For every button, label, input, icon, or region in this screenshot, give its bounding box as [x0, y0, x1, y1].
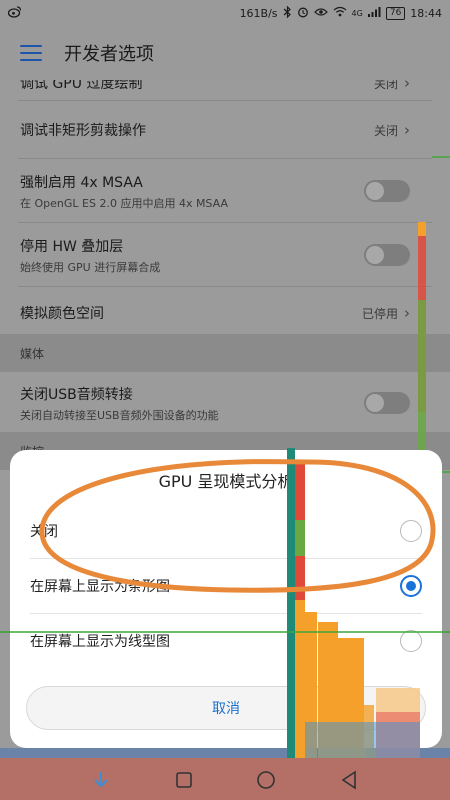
page-title: 开发者选项 [64, 44, 154, 65]
hw-overlay-toggle[interactable] [364, 244, 410, 266]
settings-row-nonrect-clip[interactable]: 调试非矩形剪裁操作 关闭 › [0, 104, 430, 156]
gpu-profile-dialog: GPU 呈现模式分析 关闭 在屏幕上显示为条形图 在屏幕上显示为线型图 取消 [10, 450, 442, 748]
chevron-right-icon: › [404, 304, 410, 322]
setting-value: 关闭 [373, 123, 398, 138]
setting-subtitle: 在 OpenGL ES 2.0 应用中启用 4x MSAA [20, 196, 228, 210]
dialog-title: GPU 呈现模式分析 [158, 472, 294, 491]
eye-icon [313, 7, 328, 20]
setting-title: 调试 GPU 过度绘制 [20, 80, 143, 92]
chevron-right-icon: › [404, 121, 410, 139]
option-label: 在屏幕上显示为线型图 [30, 634, 170, 650]
app-toolbar: 开发者选项 [0, 26, 450, 80]
msaa-toggle[interactable] [364, 180, 410, 202]
settings-row-gpu-overdraw[interactable]: 调试 GPU 过度绘制 关闭 › [0, 80, 430, 96]
navigation-bar [0, 760, 450, 800]
bluetooth-icon [283, 5, 292, 21]
option-label: 在屏幕上显示为条形图 [30, 579, 170, 595]
option-off[interactable]: 关闭 [10, 504, 442, 558]
radio-selected-icon[interactable] [400, 575, 422, 597]
nav-back-icon[interactable] [338, 769, 360, 791]
nav-home-icon[interactable] [255, 769, 277, 791]
setting-value: 已停用 [361, 306, 398, 321]
section-header-media: 媒体 [0, 334, 450, 372]
status-bar: 161B/s 4G 76 18:44 [0, 0, 450, 26]
option-line-graph[interactable]: 在屏幕上显示为线型图 [10, 614, 442, 668]
settings-row-hw-overlay[interactable]: 停用 HW 叠加层 始终使用 GPU 进行屏幕合成 [0, 224, 430, 286]
settings-row-msaa[interactable]: 强制启用 4x MSAA 在 OpenGL ES 2.0 应用中启用 4x MS… [0, 160, 430, 222]
setting-title: 调试非矩形剪裁操作 [20, 123, 146, 139]
option-label: 关闭 [30, 524, 58, 540]
setting-subtitle: 关闭自动转接至USB音频外围设备的功能 [20, 408, 219, 422]
nav-down-icon[interactable] [90, 769, 112, 791]
signal-icon [367, 6, 381, 20]
setting-subtitle: 始终使用 GPU 进行屏幕合成 [20, 260, 161, 274]
radio-unselected-icon[interactable] [400, 630, 422, 652]
settings-row-usb-audio[interactable]: 关闭USB音频转接 关闭自动转接至USB音频外围设备的功能 [0, 372, 430, 434]
chevron-right-icon: › [404, 80, 410, 92]
nav-recents-icon[interactable] [173, 769, 195, 791]
network-type: 4G [351, 8, 363, 18]
clock: 18:44 [410, 6, 442, 20]
setting-title: 关闭USB音频转接 [20, 386, 133, 403]
setting-title: 模拟颜色空间 [20, 306, 104, 322]
radio-unselected-icon[interactable] [400, 520, 422, 542]
weibo-icon [7, 5, 22, 21]
wifi-icon [333, 6, 347, 20]
network-speed: 161B/s [239, 6, 278, 20]
option-bar-graph[interactable]: 在屏幕上显示为条形图 [10, 559, 442, 613]
setting-title: 停用 HW 叠加层 [20, 238, 124, 255]
hamburger-menu-icon[interactable] [20, 45, 42, 61]
settings-row-color-space[interactable]: 模拟颜色空间 已停用 › [0, 288, 430, 338]
usb-audio-toggle[interactable] [364, 392, 410, 414]
battery-icon: 76 [385, 6, 406, 20]
alarm-icon [297, 6, 309, 21]
setting-value: 关闭 [373, 80, 398, 91]
setting-title: 强制启用 4x MSAA [20, 174, 143, 191]
cancel-button[interactable]: 取消 [26, 686, 426, 730]
